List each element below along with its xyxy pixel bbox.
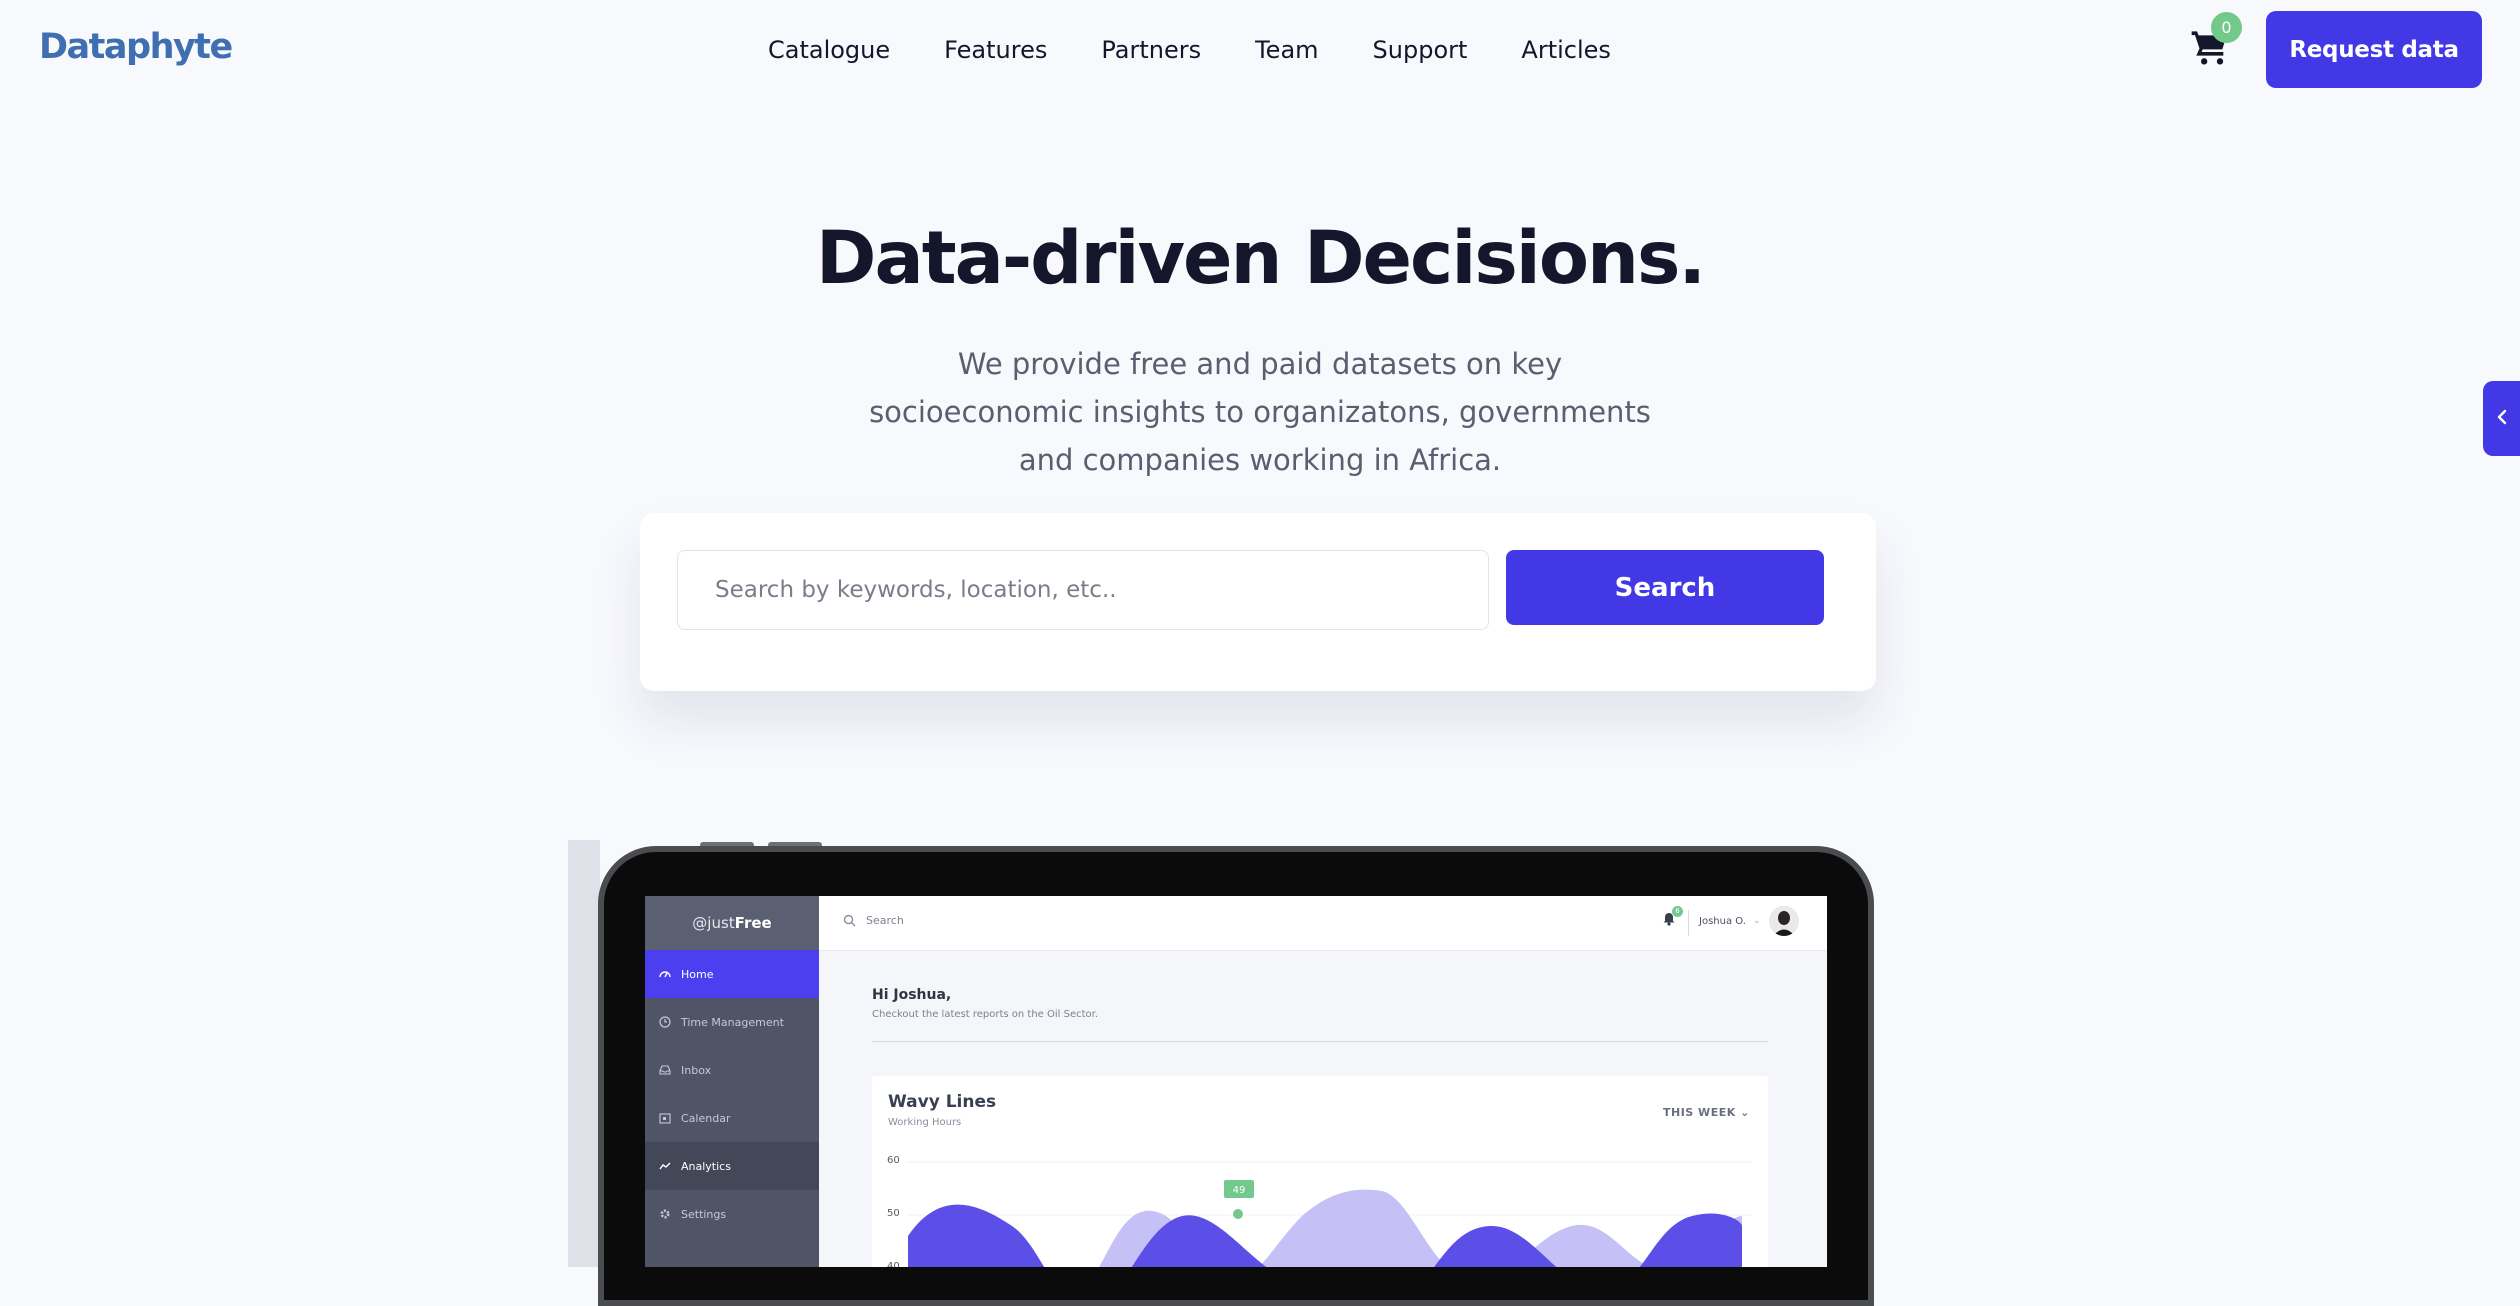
mockup-brand: @just Free xyxy=(645,896,819,950)
side-panel-toggle[interactable] xyxy=(2483,381,2520,456)
hero-title: Data-driven Decisions. xyxy=(815,216,1706,301)
topbar-divider xyxy=(1688,910,1689,936)
inbox-icon xyxy=(659,1065,671,1075)
notification-badge: 6 xyxy=(1672,906,1683,917)
marker-label: 49 xyxy=(1233,1185,1246,1196)
home-icon xyxy=(659,971,671,978)
mockup-sidebar: @just Free Home Time Management Inbox Cal… xyxy=(645,896,819,1267)
nav-support[interactable]: Support xyxy=(1373,33,1468,67)
nav-features[interactable]: Features xyxy=(944,33,1047,67)
wave-chart: 49 xyxy=(908,1161,1752,1267)
calendar-icon xyxy=(659,1113,671,1124)
chevron-left-icon xyxy=(2495,409,2509,429)
dashboard-preview: @just Free Home Time Management Inbox Cal… xyxy=(645,896,1827,1267)
hero-subtitle: We provide free and paid datasets on key… xyxy=(869,347,1651,477)
mockup-nav-inbox: Inbox xyxy=(645,1046,819,1094)
search-icon xyxy=(843,914,856,927)
mockup-nav-time: Time Management xyxy=(645,998,819,1046)
cart-count-badge: 0 xyxy=(2211,12,2242,43)
request-data-button[interactable]: Request data xyxy=(2266,11,2482,88)
search-input[interactable] xyxy=(677,550,1489,630)
wavy-lines-card: Wavy Lines Working Hours THIS WEEK ⌄ 60 … xyxy=(872,1076,1768,1267)
mockup-user-name: Joshua O. xyxy=(1699,916,1746,927)
mockup-nav-analytics: Analytics xyxy=(645,1142,819,1190)
mockup-nav-settings: Settings xyxy=(645,1190,819,1238)
chevron-down-icon: ⌄ xyxy=(1753,916,1761,926)
settings-icon xyxy=(660,1209,670,1219)
search-button[interactable]: Search xyxy=(1506,550,1824,625)
clock-icon xyxy=(659,1016,671,1028)
main-nav: Catalogue Features Partners Team Support… xyxy=(768,33,1611,67)
analytics-icon xyxy=(659,1162,671,1170)
mockup-greeting-subtitle: Checkout the latest reports on the Oil S… xyxy=(872,1009,1099,1020)
tablet-shadow xyxy=(568,840,600,1267)
mockup-divider xyxy=(872,1041,1768,1042)
mockup-nav-calendar: Calendar xyxy=(645,1094,819,1142)
nav-team[interactable]: Team xyxy=(1255,33,1318,67)
dataphyte-logo[interactable]: Dataphyte xyxy=(39,27,233,67)
nav-catalogue[interactable]: Catalogue xyxy=(768,33,890,67)
avatar xyxy=(1769,906,1799,936)
mockup-greeting: Hi Joshua, xyxy=(872,987,952,1003)
mockup-search: Search xyxy=(843,914,904,927)
nav-partners[interactable]: Partners xyxy=(1101,33,1201,67)
mockup-topbar: Search 6 Joshua O. ⌄ xyxy=(819,896,1827,951)
nav-articles[interactable]: Articles xyxy=(1521,33,1611,67)
mockup-nav-home: Home xyxy=(645,950,819,998)
